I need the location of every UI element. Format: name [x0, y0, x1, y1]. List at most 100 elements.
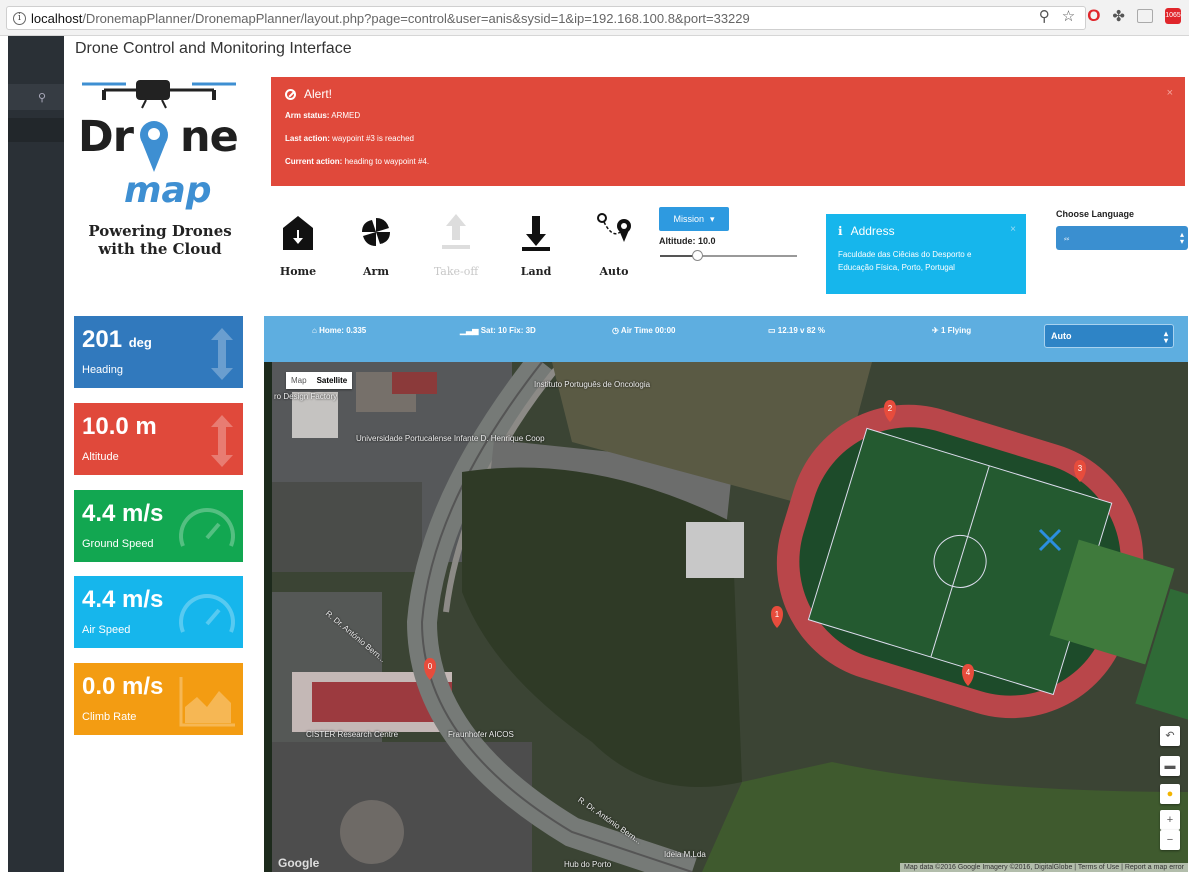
satellite-map[interactable]: 0 1 2 3 4 Instituto Português de Oncolog…	[272, 362, 1188, 872]
mission-dropdown[interactable]: Mission ▾	[659, 207, 729, 231]
home-distance: ⌂ Home: 0.335	[312, 326, 366, 335]
altitude-tile: 10.0 m Altitude	[74, 403, 243, 475]
arm-label: Arm	[363, 265, 389, 278]
land-icon	[522, 216, 550, 251]
sidebar-item[interactable]	[8, 118, 64, 142]
street-view-button[interactable]: ●	[1160, 784, 1180, 804]
opera-icon[interactable]: O	[1087, 6, 1100, 26]
logo-tagline: Powering Drones with the Cloud	[76, 222, 244, 258]
zoom-icon[interactable]: ⚲	[1039, 7, 1050, 25]
select-caret-icon: ▴ ▾	[1163, 329, 1168, 345]
air-time: ◷ Air Time 00:00	[612, 326, 675, 335]
flying-text: 1 Flying	[940, 326, 972, 335]
battery-text: 12.19 v 82 %	[777, 326, 825, 335]
arm-status-label: Arm status:	[285, 111, 330, 120]
flight-mode-select[interactable]: Auto ▴ ▾	[1044, 324, 1174, 348]
dronemap-logo: Dr ne map Powering Drones with the Cloud	[76, 76, 246, 266]
telemetry-status-bar: ⌂ Home: 0.335 ▁▃▅ Sat: 10 Fix: 3D ◷ Air …	[264, 316, 1188, 362]
land-button[interactable]: Land	[508, 212, 564, 278]
map-label-cister: CISTER Research Centre	[306, 730, 399, 739]
home-label: Home	[279, 265, 317, 278]
satellite-status: ▁▃▅ Sat: 10 Fix: 3D	[460, 326, 536, 335]
takeoff-icon	[442, 214, 470, 249]
svg-text:1: 1	[775, 610, 780, 619]
extension-badge-icon[interactable]: 1065	[1165, 8, 1181, 24]
vertical-arrows-icon	[211, 415, 233, 467]
svg-text:2: 2	[888, 404, 893, 413]
battery-icon: ▭	[768, 326, 776, 335]
sidebar-search[interactable]: ⚲	[8, 84, 64, 110]
address-title: Address	[850, 224, 895, 238]
land-label: Land	[520, 265, 552, 278]
bookmark-star-icon[interactable]: ☆	[1062, 7, 1075, 25]
tilt-map-button[interactable]: ▬	[1160, 756, 1180, 776]
home-distance-text: Home: 0.335	[319, 326, 367, 335]
page-title: Drone Control and Monitoring Interface	[75, 40, 352, 57]
map-label-fraunhofer: Fraunhofer AICOS	[448, 730, 514, 739]
svg-text:0: 0	[428, 662, 433, 671]
caret-down-icon: ▾	[709, 213, 715, 224]
address-bar[interactable]: i localhost/DronemapPlanner/DronemapPlan…	[6, 6, 1086, 30]
alert-close-button[interactable]: ×	[1167, 87, 1173, 99]
browser-toolbar: i localhost/DronemapPlanner/DronemapPlan…	[0, 0, 1189, 36]
arm-button[interactable]: Arm	[348, 212, 404, 278]
info-icon[interactable]: i	[13, 11, 26, 25]
home-button[interactable]: Home	[270, 212, 326, 278]
heading-tile: 201 deg Heading	[74, 316, 243, 388]
tagline-line-1: Powering Drones	[88, 222, 232, 240]
extension-icon[interactable]: ✤	[1112, 7, 1125, 25]
auto-button[interactable]: Auto	[586, 212, 642, 278]
zoom-out-button[interactable]: −	[1160, 830, 1180, 850]
map-type-control: Map Satellite	[286, 372, 353, 389]
map-type-map-button[interactable]: Map	[286, 372, 312, 389]
language-select[interactable]: ⸗⸗ ▴ ▾	[1056, 226, 1188, 250]
air-time-text: Air Time 00:00	[620, 326, 676, 335]
alert-panel: Alert! Arm status: ARMED Last action: wa…	[271, 77, 1185, 186]
search-icon: ⚲	[37, 91, 46, 104]
address-line-2: Educação Física, Porto, Portugal	[838, 263, 955, 272]
mission-label: Mission	[673, 214, 704, 224]
arm-status-row: Arm status: ARMED	[285, 111, 1171, 120]
address-line-1: Faculdade das Ciêcias do Desporto e	[838, 250, 972, 259]
arm-status-value: ARMED	[331, 111, 361, 120]
waypoint-3-pin: 3	[1074, 460, 1086, 482]
auto-label: Auto	[599, 265, 629, 278]
map-label-ideia: Ideia M.Lda	[664, 850, 706, 859]
map-attribution[interactable]: Map data ©2016 Google Imagery ©2016, Dig…	[900, 863, 1188, 872]
battery-status: ▭ 12.19 v 82 %	[768, 326, 825, 335]
url-path: /DronemapPlanner/DronemapPlanner/layout.…	[82, 10, 750, 26]
zoom-in-button[interactable]: +	[1160, 810, 1180, 830]
air-speed-tile: 4.4 m/s Air Speed	[74, 576, 243, 648]
flying-status: ✈ 1 Flying	[932, 326, 971, 335]
tab-icon[interactable]	[1137, 9, 1153, 23]
altitude-setting-label: Altitude: 10.0	[659, 236, 716, 246]
last-action-row: Last action: waypoint #3 is reached	[285, 134, 1171, 143]
altitude-slider[interactable]	[660, 250, 797, 261]
heading-unit: deg	[128, 335, 152, 350]
vertical-arrows-icon	[211, 328, 233, 380]
waypoint-4-pin: 4	[962, 664, 974, 686]
speedometer-icon	[179, 508, 235, 547]
address-close-button[interactable]: ×	[1010, 224, 1016, 235]
alert-title: Alert!	[304, 87, 333, 101]
svg-text:3: 3	[1078, 464, 1083, 473]
rotate-map-button[interactable]: ↶	[1160, 726, 1180, 746]
map-label-design: ro Design Factory	[274, 392, 338, 401]
map-label-university: Universidade Portucalense Infante D. Hen…	[356, 434, 545, 443]
clock-icon: ◷	[612, 326, 619, 335]
select-caret-icon: ▴ ▾	[1179, 230, 1184, 246]
ground-speed-tile: 4.4 m/s Ground Speed	[74, 490, 243, 562]
current-action-label: Current action:	[285, 157, 343, 166]
map-type-satellite-button[interactable]: Satellite	[312, 372, 353, 389]
flight-mode-value: Auto	[1051, 331, 1072, 341]
waypoint-2-pin: 2	[884, 400, 896, 422]
satellite-text: Sat: 10 Fix: 3D	[480, 326, 536, 335]
map-panel: ⌂ Home: 0.335 ▁▃▅ Sat: 10 Fix: 3D ◷ Air …	[264, 316, 1188, 872]
map-label-hub: Hub do Porto	[564, 860, 612, 869]
climb-rate-tile: 0.0 m/s Climb Rate	[74, 663, 243, 735]
alert-heading: Alert!	[285, 87, 1171, 101]
altitude-slider-thumb[interactable]	[691, 250, 703, 261]
address-heading: ℹ Address	[838, 224, 1014, 238]
signal-icon: ▁▃▅	[460, 326, 479, 335]
takeoff-button[interactable]: Take-off	[428, 212, 484, 278]
